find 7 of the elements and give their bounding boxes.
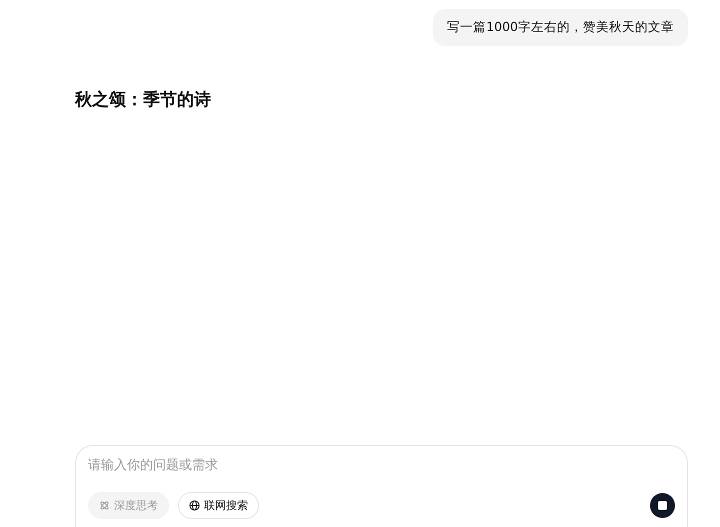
user-message: 写一篇1000字左右的，赞美秋天的文章 [433,9,688,46]
reply-heading: 秋之颂：季节的诗 [75,89,212,111]
atom-icon [99,500,110,511]
prompt-input[interactable]: 请输入你的问题或需求 [88,458,675,473]
toggle-button[interactable]: 联网搜索 [178,492,259,519]
globe-icon [189,500,200,511]
stop-button[interactable] [650,493,675,518]
